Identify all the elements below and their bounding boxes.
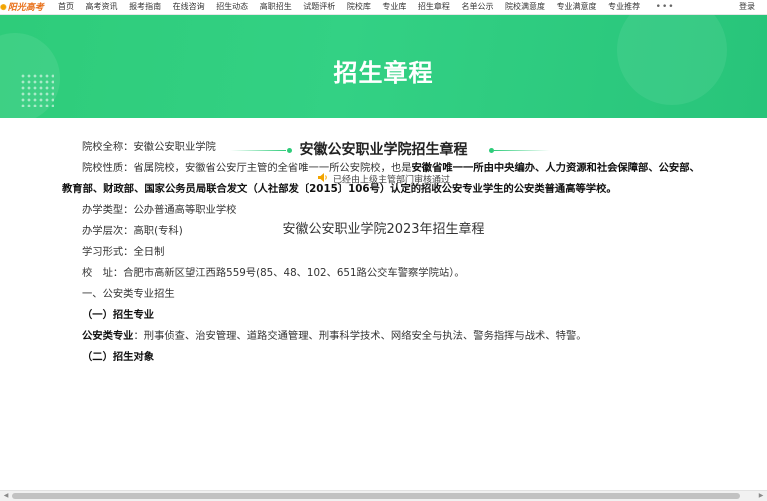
- field-nature: 院校性质：省属院校，安徽省公安厅主管的全省唯一一所公安院校，也是安徽省唯一一所由…: [62, 158, 727, 179]
- field-study-form: 学习形式：全日制: [62, 242, 727, 263]
- field-label: 院校全称：: [82, 141, 134, 153]
- field-label: 院校性质：: [82, 162, 134, 174]
- page-banner: 招生章程: [0, 15, 767, 118]
- sun-icon: ✺: [0, 2, 7, 12]
- field-label: 校 址：: [82, 267, 124, 279]
- field-value: 全日制: [133, 246, 165, 258]
- majors-label: 公安类专业: [82, 330, 134, 342]
- field-value: 省属院校，安徽省公安厅主管的全省唯一一所公安院校，也是: [133, 162, 412, 174]
- nav-item-news[interactable]: 高考资讯: [86, 0, 118, 14]
- majors-list: 公安类专业：刑事侦查、治安管理、道路交通管理、刑事科学技术、网络安全与执法、警务…: [62, 326, 727, 347]
- field-value-bold: 安徽省唯一一所由中央编办、人力资源和社会保障部、公安部、: [411, 162, 700, 174]
- login-link[interactable]: 登录: [739, 0, 755, 14]
- banner-title: 招生章程: [333, 59, 434, 87]
- nav-item-consult[interactable]: 在线咨询: [173, 0, 205, 14]
- field-full-name: 院校全称：安徽公安职业学院: [62, 137, 727, 158]
- nav-item-major-satisfaction[interactable]: 专业满意度: [557, 0, 597, 14]
- field-school-type: 办学类型：公办普通高等职业学校: [62, 200, 727, 221]
- subsection-heading: （一）招生专业: [82, 309, 155, 321]
- nav-item-charter[interactable]: 招生章程: [418, 0, 450, 14]
- horizontal-scrollbar[interactable]: ◀ ▶: [0, 490, 767, 501]
- nav-item-home[interactable]: 首页: [58, 0, 74, 14]
- nav-item-exam-review[interactable]: 试题评析: [303, 0, 335, 14]
- subsection-heading: （二）招生对象: [82, 351, 155, 363]
- field-label: 学习形式：: [82, 246, 134, 258]
- site-logo[interactable]: ✺阳光高考: [0, 0, 50, 14]
- field-label: 办学类型：: [82, 204, 134, 216]
- logo-text: 阳光高考: [7, 3, 44, 13]
- scroll-right-arrow-icon[interactable]: ▶: [756, 492, 766, 500]
- field-value: 合肥市高新区望江西路559号(85、48、102、651路公交车警察学院站）。: [123, 267, 465, 279]
- top-nav: ✺阳光高考 首页 高考资讯 报考指南 在线咨询 招生动态 高职招生 试题评析 院…: [0, 0, 767, 15]
- more-menu-icon[interactable]: •••: [656, 0, 675, 14]
- majors-value: ：刑事侦查、治安管理、道路交通管理、刑事科学技术、网络安全与执法、警务指挥与战术…: [133, 330, 587, 342]
- field-nature-continued: 教育部、财政部、国家公务员局联合发文（人社部发〔2015〕106号）认定的招收公…: [62, 183, 617, 195]
- section-heading: 一、公安类专业招生: [82, 288, 175, 300]
- nav-item-guide[interactable]: 报考指南: [129, 0, 161, 14]
- scroll-left-arrow-icon[interactable]: ◀: [1, 492, 11, 500]
- nav-item-majors[interactable]: 专业库: [382, 0, 406, 14]
- nav-item-schools[interactable]: 院校库: [347, 0, 371, 14]
- field-level: 办学层次：高职(专科): [62, 221, 727, 242]
- field-value: 公办普通高等职业学校: [133, 204, 237, 216]
- nav-items: 首页 高考资讯 报考指南 在线咨询 招生动态 高职招生 试题评析 院校库 专业库…: [58, 0, 675, 14]
- nav-item-dynamics[interactable]: 招生动态: [216, 0, 248, 14]
- nav-item-school-satisfaction[interactable]: 院校满意度: [505, 0, 545, 14]
- nav-item-publicity[interactable]: 名单公示: [461, 0, 493, 14]
- field-address: 校 址：合肥市高新区望江西路559号(85、48、102、651路公交车警察学院…: [62, 263, 727, 284]
- nav-item-vocational[interactable]: 高职招生: [260, 0, 292, 14]
- document-body: 院校全称：安徽公安职业学院 院校性质：省属院校，安徽省公安厅主管的全省唯一一所公…: [62, 137, 727, 368]
- field-label: 办学层次：: [82, 225, 134, 237]
- nav-item-major-recommend[interactable]: 专业推荐: [608, 0, 640, 14]
- field-value: 高职(专科): [133, 225, 183, 237]
- scrollbar-thumb[interactable]: [12, 493, 740, 499]
- field-value: 安徽公安职业学院: [133, 141, 216, 153]
